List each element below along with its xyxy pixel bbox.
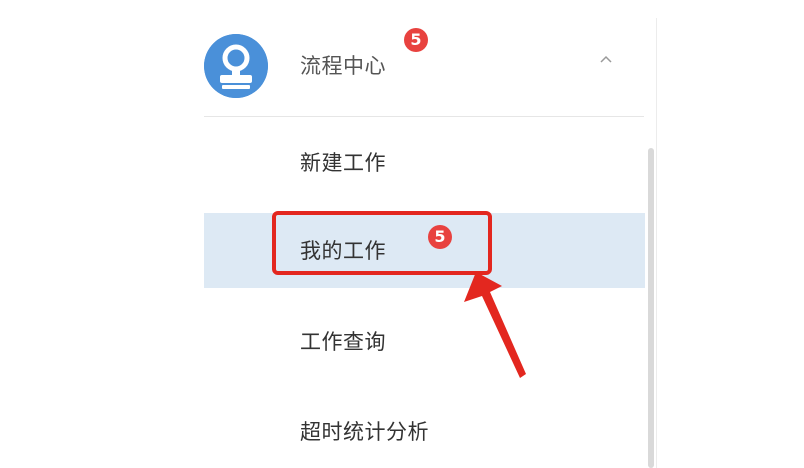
menu-item-label: 工作查询 <box>300 330 386 354</box>
menu-group-label: 流程中心 <box>300 54 386 78</box>
menu-item-my-work[interactable]: 我的工作 5 <box>204 213 645 288</box>
menu-item-label: 超时统计分析 <box>300 420 429 444</box>
screenshot-stage: 流程中心 5 新建工作 我的工作 5 工作查询 超时统计分析 <box>0 0 804 468</box>
chevron-up-icon[interactable] <box>596 50 616 70</box>
menu-item-label: 新建工作 <box>300 151 386 175</box>
menu-item-label: 我的工作 <box>300 239 386 263</box>
user-stamp-icon <box>204 34 268 98</box>
scrollbar-thumb[interactable] <box>648 148 654 468</box>
header-divider <box>204 116 644 117</box>
panel-border <box>656 18 657 468</box>
menu-group-header[interactable]: 流程中心 5 <box>204 20 644 116</box>
notification-badge: 5 <box>404 28 428 52</box>
notification-badge: 5 <box>428 225 452 249</box>
menu-item-new-work[interactable]: 新建工作 <box>204 125 645 200</box>
menu-item-work-query[interactable]: 工作查询 <box>204 304 645 379</box>
menu-item-timeout-stats[interactable]: 超时统计分析 <box>204 394 645 468</box>
